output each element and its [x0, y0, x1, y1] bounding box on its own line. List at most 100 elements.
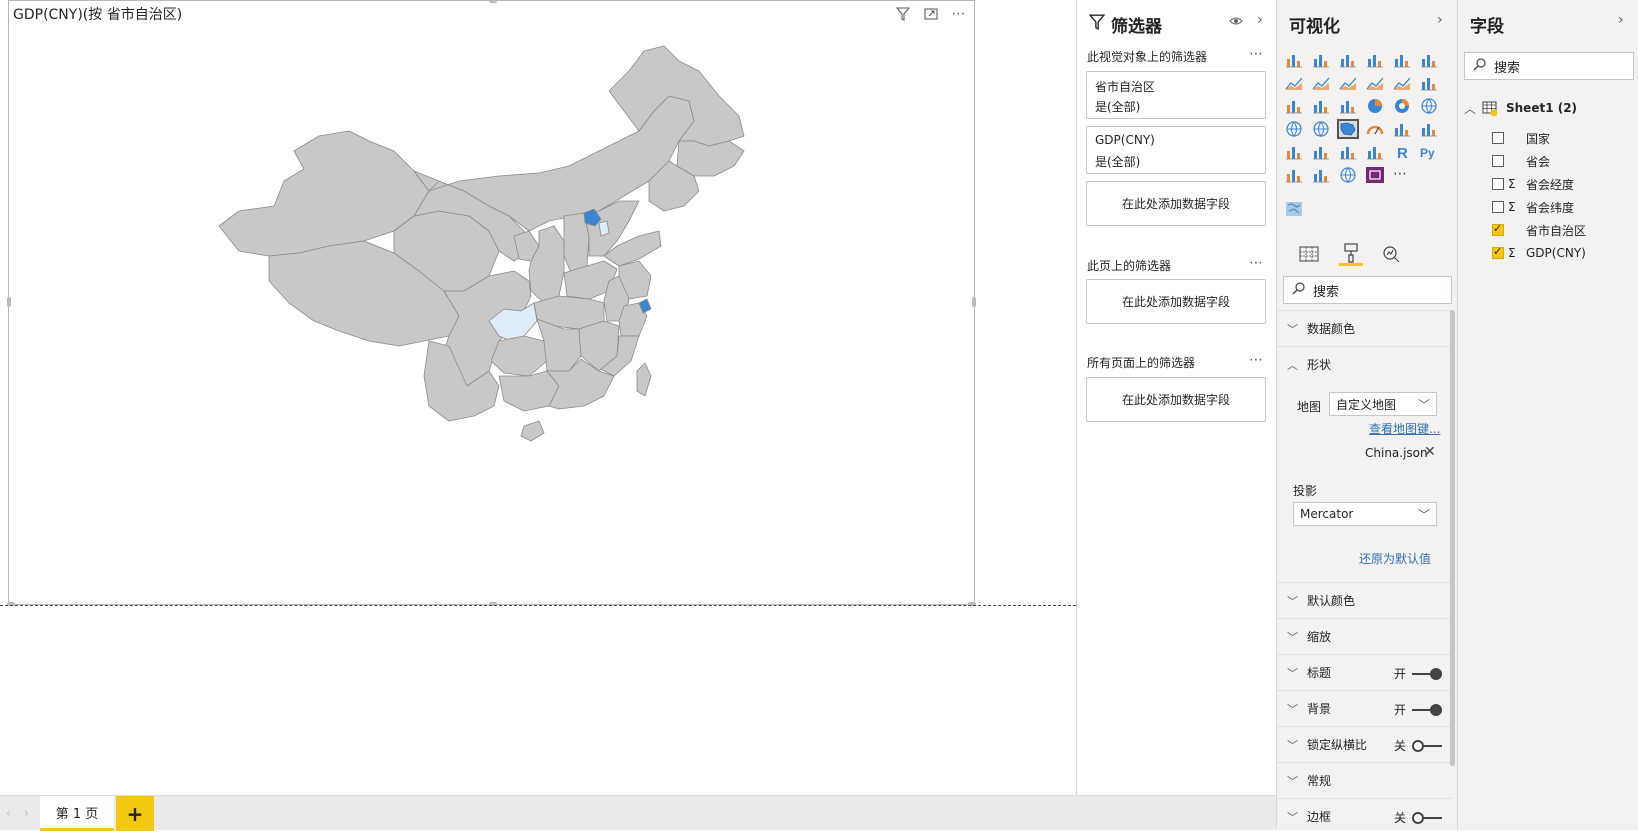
add-page-filter-dropzone[interactable]: 在此处添加数据字段 [1086, 279, 1266, 324]
funnel-chart-icon[interactable] [1312, 98, 1330, 114]
stacked-area-chart-icon[interactable] [1339, 75, 1357, 91]
scroll-left-icon[interactable]: ‹ [6, 806, 11, 820]
shape-map-icon[interactable] [1337, 119, 1359, 139]
field-checkbox[interactable] [1492, 155, 1504, 167]
field-checkbox[interactable] [1492, 245, 1504, 259]
tab-page-1[interactable]: 第 1 页 [40, 796, 114, 831]
add-page-button[interactable]: + [116, 796, 154, 831]
add-report-filter-dropzone[interactable]: 在此处添加数据字段 [1086, 377, 1266, 422]
field-row[interactable]: 省市自治区 [1458, 220, 1638, 240]
clustered-column-chart-icon[interactable] [1366, 52, 1384, 68]
field-row[interactable]: Σ GDP(CNY) [1458, 243, 1638, 263]
filled-map-icon[interactable] [1312, 121, 1330, 137]
ribbon-chart-icon[interactable] [1420, 75, 1438, 91]
field-row[interactable]: Σ 省会纬度 [1458, 197, 1638, 217]
field-checkbox[interactable] [1492, 222, 1504, 236]
stacked-bar-chart-icon[interactable] [1285, 52, 1303, 68]
map-visual[interactable]: GDP(CNY)(按 省市自治区) ⋯ [7, 0, 976, 606]
multi-row-card-icon[interactable] [1420, 121, 1438, 137]
more-options-icon[interactable]: ⋯ [1249, 352, 1264, 368]
more-visuals-icon[interactable]: ⋯ [1393, 167, 1411, 183]
title-toggle[interactable]: 开 [1394, 665, 1442, 682]
map-type-dropdown[interactable]: 自定义地图 ﹀ [1329, 392, 1437, 416]
chevron-up-icon[interactable]: ︿ [1464, 100, 1476, 117]
field-row[interactable]: 国家 [1458, 128, 1638, 148]
format-tab-icon[interactable] [1339, 242, 1363, 266]
projection-dropdown[interactable]: Mercator ﹀ [1293, 502, 1437, 526]
border-toggle[interactable]: 关 [1394, 809, 1442, 826]
scroll-right-icon[interactable]: › [24, 806, 29, 820]
fields-tab-icon[interactable] [1297, 242, 1321, 266]
toggle-state: 关 [1393, 739, 1406, 753]
clustered-bar-chart-icon[interactable] [1339, 52, 1357, 68]
pie-chart-icon[interactable] [1366, 98, 1384, 114]
filter-card-province[interactable]: 省市自治区 是(全部) [1086, 71, 1266, 119]
r-visual-icon[interactable]: R [1393, 144, 1411, 162]
custom-visual-icon[interactable] [1285, 201, 1303, 217]
section-data-colors[interactable]: ﹀ 数据颜色 [1277, 310, 1452, 346]
remove-file-icon[interactable]: ✕ [1424, 444, 1436, 460]
reset-to-default-link[interactable]: 还原为默认值 [1359, 550, 1431, 567]
field-row[interactable]: Σ 省会经度 [1458, 174, 1638, 194]
focus-mode-icon[interactable] [922, 5, 940, 23]
collapse-visualizations-icon[interactable]: › [1437, 12, 1443, 28]
more-options-icon[interactable]: ⋯ [1249, 255, 1264, 271]
section-title[interactable]: ﹀ 标题 开 [1277, 654, 1452, 690]
collapse-fields-icon[interactable]: › [1618, 12, 1624, 28]
section-border[interactable]: ﹀ 边框 关 [1277, 798, 1452, 834]
python-visual-icon[interactable]: Py [1420, 144, 1438, 160]
china-shape-map[interactable] [199, 41, 799, 461]
waterfall-chart-icon[interactable] [1285, 98, 1303, 114]
more-options-icon[interactable]: ⋯ [1249, 46, 1264, 62]
section-shape[interactable]: ︿ 形状 [1277, 346, 1452, 382]
treemap-icon[interactable] [1420, 98, 1438, 114]
section-background[interactable]: ﹀ 背景 开 [1277, 690, 1452, 726]
lock-aspect-toggle[interactable]: 关 [1394, 737, 1442, 754]
scatter-chart-icon[interactable] [1339, 98, 1357, 114]
line-column-chart-icon[interactable] [1366, 75, 1384, 91]
collapse-filters-icon[interactable]: › [1257, 12, 1263, 28]
field-row[interactable]: 省会 [1458, 151, 1638, 171]
100-stacked-column-chart-icon[interactable] [1420, 52, 1438, 68]
format-search-input[interactable]: 搜索 [1283, 276, 1452, 304]
resize-handle-top[interactable] [489, 0, 497, 3]
card-icon[interactable] [1393, 121, 1411, 137]
table-icon[interactable] [1339, 144, 1357, 160]
report-canvas[interactable]: GDP(CNY)(按 省市自治区) ⋯ [0, 0, 1076, 795]
power-apps-icon[interactable] [1366, 167, 1384, 183]
kpi-icon[interactable] [1285, 144, 1303, 160]
section-lock-aspect[interactable]: ﹀ 锁定纵横比 关 [1277, 726, 1452, 762]
field-checkbox[interactable] [1492, 132, 1504, 144]
line-chart-icon[interactable] [1285, 75, 1303, 91]
key-influencers-icon[interactable] [1285, 167, 1303, 183]
section-default-colors[interactable]: ﹀ 默认颜色 [1277, 582, 1452, 618]
add-visual-filter-dropzone[interactable]: 在此处添加数据字段 [1086, 181, 1266, 226]
resize-handle-right[interactable] [972, 297, 976, 307]
filter-card-gdp[interactable]: GDP(CNY) 是(全部) [1086, 126, 1266, 174]
matrix-icon[interactable] [1366, 144, 1384, 160]
section-general[interactable]: ﹀ 常规 [1277, 762, 1452, 798]
decomposition-tree-icon[interactable] [1312, 167, 1330, 183]
gauge-icon[interactable] [1366, 121, 1384, 137]
fields-search-input[interactable]: 搜索 [1464, 52, 1634, 80]
field-checkbox[interactable] [1492, 201, 1504, 213]
filter-icon[interactable] [894, 5, 912, 23]
map-icon[interactable] [1285, 121, 1303, 137]
eye-icon[interactable] [1229, 14, 1243, 31]
view-map-keys-link[interactable]: 查看地图键... [1369, 420, 1440, 437]
section-zoom[interactable]: ﹀ 缩放 [1277, 618, 1452, 654]
slicer-icon[interactable] [1312, 144, 1330, 160]
format-scrollbar[interactable] [1450, 310, 1455, 766]
more-options-icon[interactable]: ⋯ [950, 5, 968, 23]
area-chart-icon[interactable] [1312, 75, 1330, 91]
line-clustered-column-chart-icon[interactable] [1393, 75, 1411, 91]
table-node[interactable]: ︿ Sheet1 (2) [1458, 98, 1638, 118]
background-toggle[interactable]: 开 [1394, 701, 1442, 718]
field-checkbox[interactable] [1492, 178, 1504, 190]
analytics-tab-icon[interactable] [1379, 242, 1403, 266]
donut-chart-icon[interactable] [1393, 98, 1411, 114]
stacked-column-chart-icon[interactable] [1312, 52, 1330, 68]
100-stacked-bar-chart-icon[interactable] [1393, 52, 1411, 68]
resize-handle-left[interactable] [7, 297, 11, 307]
arcgis-map-icon[interactable] [1339, 167, 1357, 183]
